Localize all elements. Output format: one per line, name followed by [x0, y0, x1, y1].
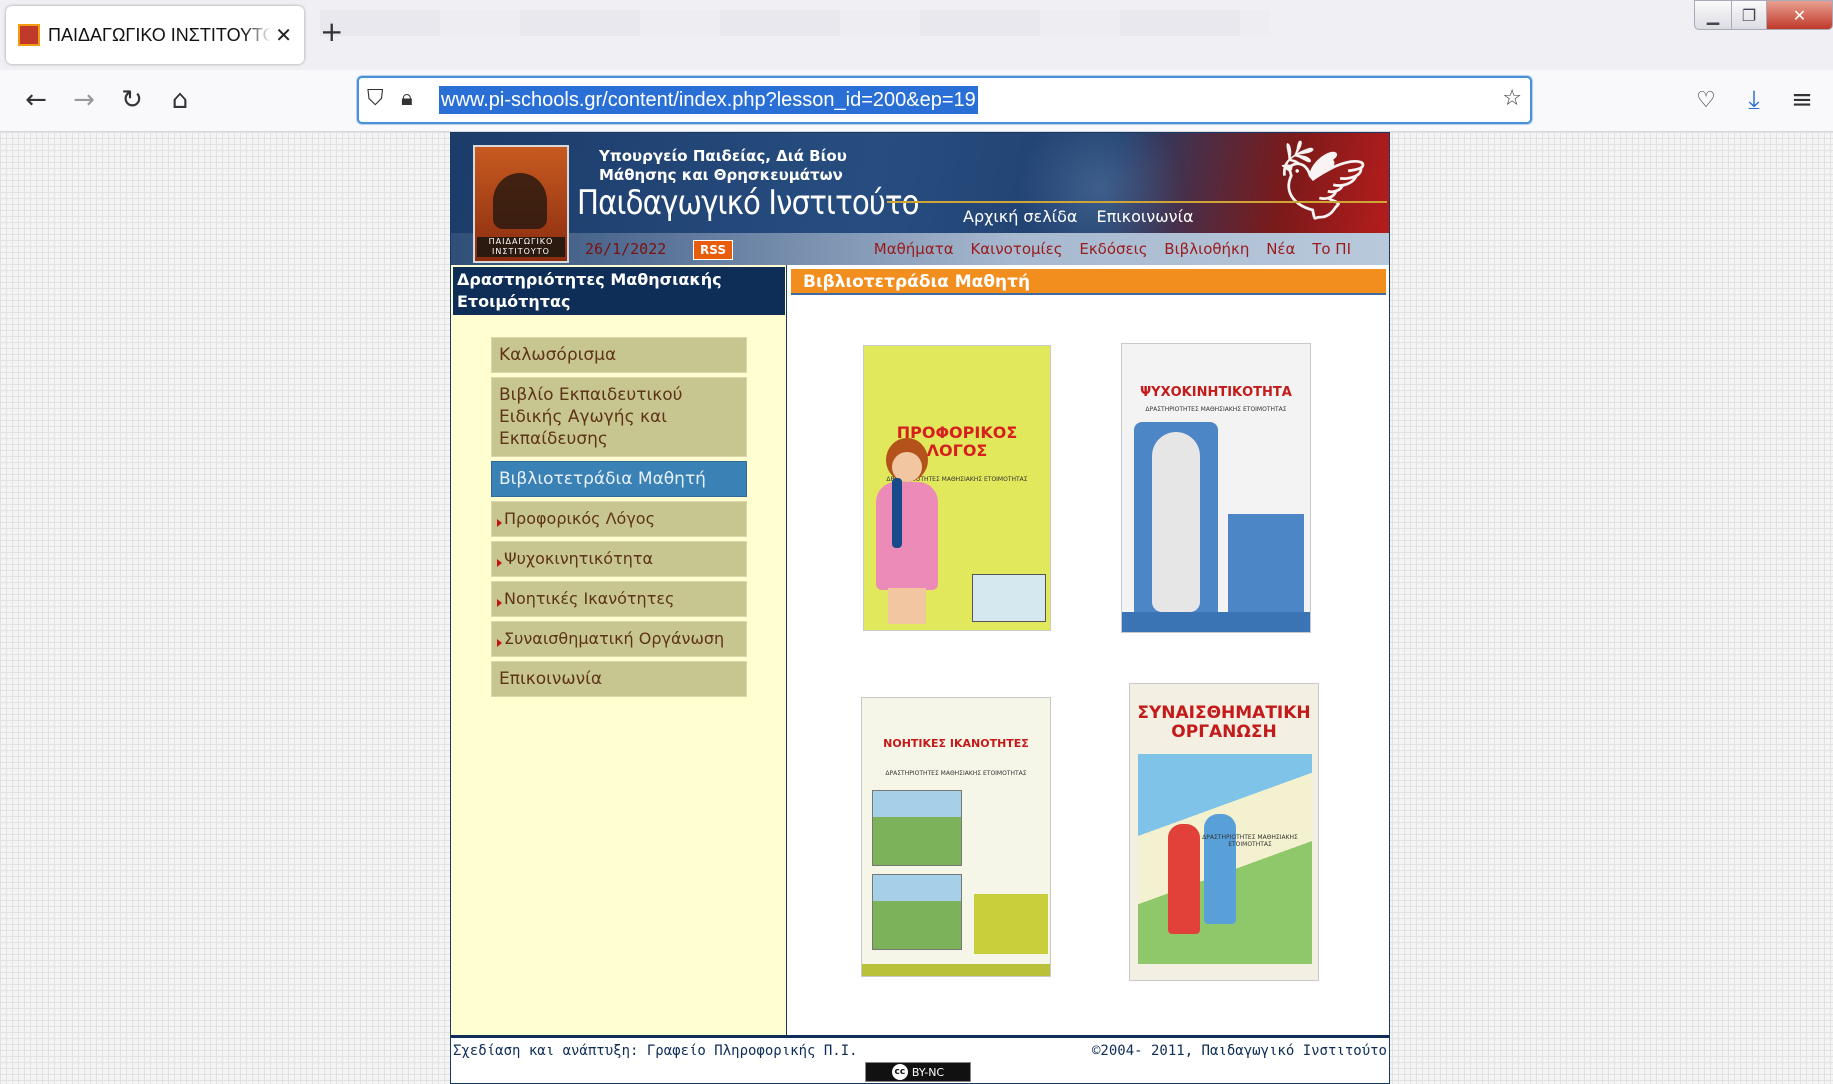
logo-text: ΠΑΙΔΑΓΩΓΙΚΟ ΙΝΣΤΙΤΟΥΤΟ — [477, 237, 565, 257]
site-footer: Σχεδίαση και ανάπτυξη: Γραφείο Πληροφορι… — [451, 1035, 1389, 1083]
current-date: 26/1/2022 — [585, 240, 667, 258]
site-banner: 🕊︎ Υπουργείο Παιδείας, Διά Βίου Μάθησης … — [451, 133, 1389, 233]
background-window-title — [320, 10, 1270, 36]
reload-icon[interactable]: ↻ — [116, 84, 148, 116]
sidebar-item-oral-language[interactable]: Προφορικός Λόγος — [491, 501, 747, 537]
nav-library[interactable]: Βιβλιοθήκη — [1164, 240, 1249, 258]
book-publisher-header — [862, 698, 1050, 720]
nav-about[interactable]: Το ΠΙ — [1312, 240, 1351, 258]
book-cover-emotional[interactable]: ΣΥΝΑΙΣΘΗΜΑΤΙΚΗ ΟΡΓΑΝΩΣΗ ΔΡΑΣΤΗΡΙΟΤΗΤΕΣ Μ… — [1129, 683, 1319, 981]
page-viewport: 🕊︎ Υπουργείο Παιδείας, Διά Βίου Μάθησης … — [0, 132, 1833, 1084]
shield-icon[interactable]: ⛉ — [367, 86, 384, 111]
star-icon[interactable]: ☆ — [1502, 86, 1522, 111]
book-title: ΣΥΝΑΙΣΘΗΜΑΤΙΚΗ ΟΡΓΑΝΩΣΗ — [1137, 703, 1311, 742]
sidebar: Δραστηριότητες Μαθησιακής Ετοιμότητας Κα… — [451, 265, 787, 1035]
site-favicon-icon — [18, 24, 40, 46]
institute-logo[interactable]: ΠΑΙΔΑΓΩΓΙΚΟ ΙΝΣΤΙΤΟΥΤΟ — [473, 145, 569, 263]
new-tab-icon[interactable]: + — [320, 18, 343, 46]
sidebar-item-welcome[interactable]: Καλωσόρισμα — [491, 337, 747, 373]
top-links: Αρχική σελίδα Επικοινωνία — [963, 207, 1208, 226]
top-link-contact[interactable]: Επικοινωνία — [1097, 207, 1194, 226]
seagull-image: 🕊︎ — [1259, 133, 1372, 233]
sidebar-item-contact[interactable]: Επικοινωνία — [491, 661, 747, 697]
download-icon[interactable]: ⤓ — [1738, 84, 1770, 116]
menu-icon[interactable]: ≡ — [1786, 84, 1818, 116]
content-heading: Βιβλιοτετράδια Μαθητή — [791, 269, 1386, 295]
main-navigation: Μαθήματα Καινοτομίες Εκδόσεις Βιβλιοθήκη… — [862, 240, 1351, 258]
cc-icon: cc — [891, 1064, 908, 1080]
book-label-box — [972, 574, 1046, 622]
book-title: ΝΟΗΤΙΚΕΣ ΙΚΑΝΟΤΗΤΕΣ — [883, 737, 1029, 750]
tab-close-icon[interactable]: ✕ — [275, 23, 292, 47]
lock-icon[interactable]: 🔒︎ — [401, 86, 413, 111]
book-label-box — [974, 894, 1048, 954]
sidebar-item-student-workbooks[interactable]: Βιβλιοτετράδια Μαθητή — [491, 461, 747, 497]
book-label-box — [1228, 514, 1304, 612]
sidebar-item-teacher-book[interactable]: Βιβλίο Εκπαιδευτικού Ειδικής Αγωγής και … — [491, 377, 747, 457]
license-text: BY-NC — [911, 1065, 945, 1079]
child-figure — [1204, 814, 1236, 924]
sidebar-menu: Καλωσόρισμα Βιβλίο Εκπαιδευτικού Ειδικής… — [491, 337, 747, 701]
site-container: 🕊︎ Υπουργείο Παιδείας, Διά Βίου Μάθησης … — [450, 132, 1390, 1084]
url-text[interactable]: www.pi-schools.gr/content/index.php?less… — [439, 86, 978, 114]
ministry-name: Υπουργείο Παιδείας, Διά Βίου Μάθησης και… — [599, 147, 847, 185]
top-link-home[interactable]: Αρχική σελίδα — [963, 207, 1077, 226]
browser-toolbar: ← → ↻ ⌂ ⛉ 🔒︎ www.pi-schools.gr/content/i… — [0, 70, 1833, 132]
address-bar[interactable]: ⛉ 🔒︎ www.pi-schools.gr/content/index.php… — [357, 76, 1532, 124]
book-publisher-header — [1122, 344, 1310, 366]
book-cover-cognitive[interactable]: ΝΟΗΤΙΚΕΣ ΙΚΑΝΟΤΗΤΕΣ ΔΡΑΣΤΗΡΙΟΤΗΤΕΣ ΜΑΘΗΣ… — [861, 697, 1051, 977]
book-title: ΨΥΧΟΚΙΝΗΤΙΚΟΤΗΤΑ — [1140, 385, 1292, 400]
book-footer-band — [1122, 612, 1310, 632]
nav-innovations[interactable]: Καινοτομίες — [970, 240, 1062, 258]
nav-news[interactable]: Νέα — [1266, 240, 1295, 258]
sidebar-item-emotional[interactable]: Συναισθηματική Οργάνωση — [491, 621, 747, 657]
children-illustration — [1138, 754, 1312, 964]
book-subtitle: ΔΡΑΣΤΗΡΙΟΤΗΤΕΣ ΜΑΘΗΣΙΑΚΗΣ ΕΤΟΙΜΟΤΗΤΑΣ — [885, 770, 1027, 777]
illustration-lower — [872, 874, 962, 950]
footer-credits: Σχεδίαση και ανάπτυξη: Γραφείο Πληροφορι… — [453, 1043, 858, 1059]
window-restore-button[interactable]: ❐ — [1731, 0, 1767, 30]
illustration-upper — [872, 790, 962, 866]
book-publisher-header — [864, 346, 1050, 368]
book-cover-oral-language[interactable]: ΠΡΟΦΟΡΙΚΟΣ ΛΟΓΟΣ ΔΡΑΣΤΗΡΙΟΤΗΤΕΣ ΜΑΘΗΣΙΑΚ… — [863, 345, 1051, 631]
cc-license-badge[interactable]: cc BY-NC — [865, 1062, 971, 1082]
book-cover-psychomotor[interactable]: ΨΥΧΟΚΙΝΗΤΙΚΟΤΗΤΑ ΔΡΑΣΤΗΡΙΟΤΗΤΕΣ ΜΑΘΗΣΙΑΚ… — [1121, 343, 1311, 633]
logo-figure — [493, 173, 547, 229]
ministry-line-1: Υπουργείο Παιδείας, Διά Βίου — [599, 147, 847, 165]
back-arrow-icon[interactable]: ← — [20, 84, 52, 116]
browser-tab[interactable]: ΠΑΙΔΑΓΩΓΙΚΟ ΙΝΣΤΙΤΟΥΤΟ - Δρ ✕ — [6, 6, 304, 64]
institute-title: Παιδαγωγικό Ινστιτούτο — [577, 183, 920, 223]
body-outline-illustration — [1134, 422, 1218, 622]
window-minimize-button[interactable]: ▁ — [1694, 0, 1732, 30]
tab-title: ΠΑΙΔΑΓΩΓΙΚΟ ΙΝΣΤΙΤΟΥΤΟ - Δρ — [48, 24, 272, 45]
banner-divider — [887, 201, 1387, 203]
nav-lessons[interactable]: Μαθήματα — [874, 240, 954, 258]
girl-on-phone-illustration — [870, 438, 950, 628]
footer-copyright: ©2004- 2011, Παιδαγωγικό Ινστιτούτο — [1091, 1043, 1387, 1059]
pocket-icon[interactable]: ♡ — [1690, 84, 1722, 116]
sidebar-item-psychomotor[interactable]: Ψυχοκινητικότητα — [491, 541, 747, 577]
book-subtitle: ΔΡΑΣΤΗΡΙΟΤΗΤΕΣ ΜΑΘΗΣΙΑΚΗΣ ΕΤΟΙΜΟΤΗΤΑΣ — [1145, 406, 1287, 413]
nav-strip: 26/1/2022 RSS Μαθήματα Καινοτομίες Εκδόσ… — [451, 233, 1389, 265]
rss-button[interactable]: RSS — [693, 240, 733, 260]
book-footer-band — [862, 964, 1050, 976]
forward-arrow-icon[interactable]: → — [68, 84, 100, 116]
sidebar-heading: Δραστηριότητες Μαθησιακής Ετοιμότητας — [453, 267, 785, 315]
tab-strip: ΠΑΙΔΑΓΩΓΙΚΟ ΙΝΣΤΙΤΟΥΤΟ - Δρ ✕ + ▁ ❐ ✕ — [0, 0, 1833, 70]
nav-publications[interactable]: Εκδόσεις — [1079, 240, 1147, 258]
home-icon[interactable]: ⌂ — [164, 84, 196, 116]
window-close-button[interactable]: ✕ — [1766, 0, 1833, 30]
sidebar-item-cognitive[interactable]: Νοητικές Ικανότητες — [491, 581, 747, 617]
book-subtitle: ΔΡΑΣΤΗΡΙΟΤΗΤΕΣ ΜΑΘΗΣΙΑΚΗΣ ΕΤΟΙΜΟΤΗΤΑΣ — [1202, 834, 1298, 848]
